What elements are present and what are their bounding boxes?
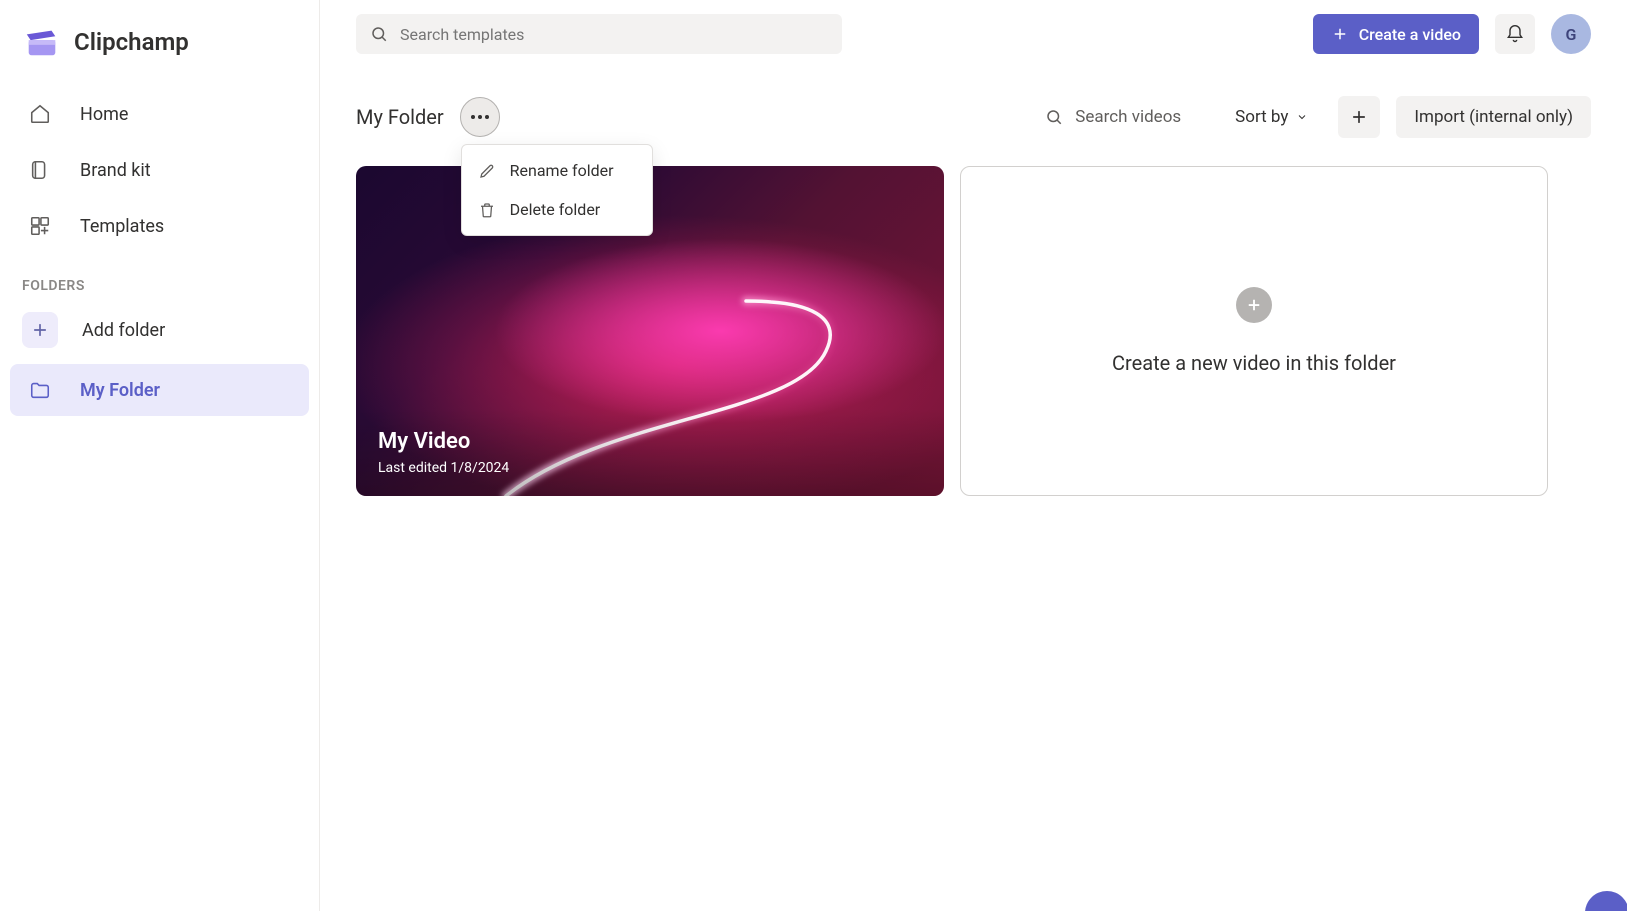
video-subtitle: Last edited 1/8/2024 bbox=[378, 460, 922, 476]
menu-label: Delete folder bbox=[510, 200, 601, 219]
video-overlay: My Video Last edited 1/8/2024 bbox=[356, 409, 944, 496]
folders-section-label: FOLDERS bbox=[10, 254, 309, 302]
nav-templates[interactable]: Templates bbox=[10, 198, 309, 254]
main: Create a video G My Folder Rename folder bbox=[320, 0, 1627, 911]
brandkit-icon bbox=[28, 158, 52, 182]
folder-toolbar: My Folder Rename folder Delete folder bbox=[356, 68, 1591, 166]
nav-brand-kit[interactable]: Brand kit bbox=[10, 142, 309, 198]
more-icon bbox=[471, 115, 489, 119]
import-button[interactable]: Import (internal only) bbox=[1396, 96, 1591, 138]
add-folder-label: Add folder bbox=[82, 320, 165, 341]
search-videos-label: Search videos bbox=[1075, 107, 1181, 127]
folder-more-button[interactable]: Rename folder Delete folder bbox=[460, 97, 500, 137]
avatar[interactable]: G bbox=[1551, 14, 1591, 54]
pencil-icon bbox=[478, 162, 496, 180]
menu-label: Rename folder bbox=[510, 161, 614, 180]
templates-icon bbox=[28, 214, 52, 238]
search-icon bbox=[370, 25, 388, 43]
sort-by-label: Sort by bbox=[1235, 107, 1288, 127]
bell-icon bbox=[1505, 24, 1525, 44]
trash-icon bbox=[478, 201, 496, 219]
brand-name: Clipchamp bbox=[74, 28, 189, 56]
sort-by-dropdown[interactable]: Sort by bbox=[1221, 99, 1322, 135]
nav-label: Home bbox=[80, 104, 128, 125]
create-video-label: Create a video bbox=[1359, 25, 1461, 44]
sidebar-folder-myfolder[interactable]: My Folder bbox=[10, 364, 309, 416]
page-title: My Folder bbox=[356, 105, 444, 129]
search-videos[interactable]: Search videos bbox=[1045, 107, 1205, 127]
create-in-folder-button[interactable] bbox=[1338, 96, 1380, 138]
chevron-down-icon bbox=[1296, 111, 1308, 123]
add-folder-button[interactable]: Add folder bbox=[10, 302, 309, 358]
plus-icon bbox=[1331, 25, 1349, 43]
home-icon bbox=[28, 102, 52, 126]
folder-icon bbox=[28, 378, 52, 402]
search-templates[interactable] bbox=[356, 14, 842, 54]
video-title: My Video bbox=[378, 429, 922, 454]
search-templates-input[interactable] bbox=[400, 25, 828, 44]
nav-label: Brand kit bbox=[80, 160, 151, 181]
menu-delete-folder[interactable]: Delete folder bbox=[462, 190, 652, 229]
create-video-button[interactable]: Create a video bbox=[1313, 14, 1479, 54]
nav-home[interactable]: Home bbox=[10, 86, 309, 142]
topbar: Create a video G bbox=[356, 0, 1591, 68]
new-card-label: Create a new video in this folder bbox=[1112, 351, 1396, 375]
help-button[interactable] bbox=[1579, 887, 1627, 911]
create-new-video-card[interactable]: Create a new video in this folder bbox=[960, 166, 1548, 496]
plus-icon bbox=[22, 312, 58, 348]
plus-icon bbox=[1349, 107, 1369, 127]
nav-label: Templates bbox=[80, 216, 164, 237]
folder-label: My Folder bbox=[80, 380, 160, 401]
search-icon bbox=[1045, 108, 1063, 126]
logo-row[interactable]: Clipchamp bbox=[10, 14, 309, 86]
sidebar: Clipchamp Home Brand kit Templat bbox=[0, 0, 320, 911]
clipchamp-logo-icon bbox=[22, 22, 62, 62]
import-label: Import (internal only) bbox=[1414, 107, 1573, 127]
avatar-initial: G bbox=[1566, 25, 1577, 44]
folder-context-menu: Rename folder Delete folder bbox=[461, 144, 653, 236]
menu-rename-folder[interactable]: Rename folder bbox=[462, 151, 652, 190]
plus-circle-icon bbox=[1236, 287, 1272, 323]
notifications-button[interactable] bbox=[1495, 14, 1535, 54]
